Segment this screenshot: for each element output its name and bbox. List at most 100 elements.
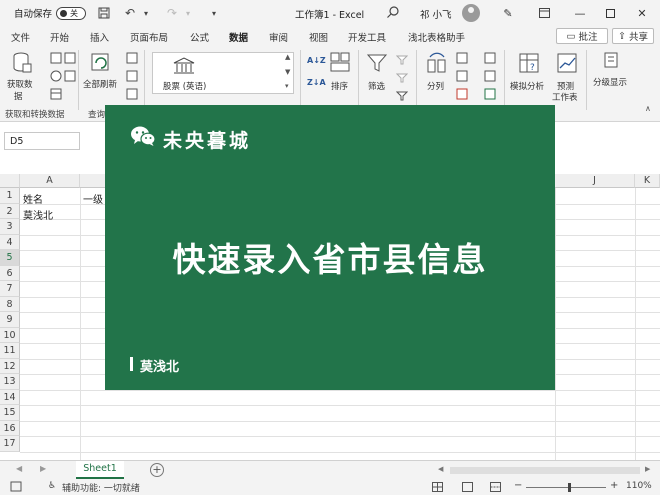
cell-b1[interactable]: 一级	[83, 191, 103, 206]
minimize-icon[interactable]: —	[570, 4, 590, 22]
row-header[interactable]: 15	[0, 405, 20, 421]
share-button[interactable]: ⇪ 共享	[612, 28, 654, 44]
reapply-filter-icon[interactable]	[395, 72, 409, 87]
row-header[interactable]: 10	[0, 327, 20, 343]
column-header-j[interactable]: J	[555, 174, 635, 188]
gallery-down-icon[interactable]: ▼	[285, 68, 290, 76]
brand-name: 未央暮城	[163, 130, 252, 152]
tab-view[interactable]: 视图	[309, 30, 328, 44]
redo-dropdown-icon[interactable]: ▾	[180, 5, 196, 21]
flash-fill-icon[interactable]	[456, 52, 468, 67]
row-header[interactable]: 17	[0, 436, 20, 452]
autosave-control[interactable]: 自动保存 关	[14, 6, 87, 20]
undo-icon[interactable]: ↶	[122, 5, 138, 21]
row-header[interactable]: 12	[0, 358, 20, 374]
zoom-slider[interactable]	[526, 483, 606, 492]
advanced-filter-icon[interactable]	[395, 90, 409, 105]
relationships-icon[interactable]	[484, 70, 496, 85]
sort-ascending-icon[interactable]: A↓Z	[307, 56, 326, 65]
row-header[interactable]: 8	[0, 296, 20, 312]
row-header[interactable]: 9	[0, 312, 20, 328]
row-header[interactable]: 2	[0, 203, 20, 219]
share-icon: ⇪	[618, 30, 626, 42]
ribbon-display-icon[interactable]	[534, 4, 554, 22]
horizontal-scrollbar[interactable]	[450, 467, 640, 474]
normal-view-icon[interactable]	[432, 482, 443, 495]
zoom-level[interactable]: 110%	[626, 481, 652, 491]
search-icon[interactable]	[386, 5, 400, 22]
existing-connections-icon[interactable]	[64, 70, 76, 85]
sort-descending-icon[interactable]: Z↓A	[307, 78, 326, 87]
properties-icon[interactable]	[126, 70, 138, 85]
row-header[interactable]: 16	[0, 420, 20, 436]
from-table-icon[interactable]	[50, 88, 62, 103]
row-header[interactable]: 1	[0, 188, 20, 204]
name-box[interactable]: D5	[4, 132, 80, 150]
close-icon[interactable]: ✕	[632, 4, 652, 22]
row-header[interactable]: 11	[0, 343, 20, 359]
cell-a2[interactable]: 莫浅北	[23, 207, 53, 222]
undo-dropdown-icon[interactable]: ▾	[138, 5, 154, 21]
gallery-up-icon[interactable]: ▲	[285, 53, 290, 61]
avatar[interactable]	[462, 4, 480, 22]
tab-formulas[interactable]: 公式	[190, 30, 209, 44]
zoom-in-icon[interactable]: +	[610, 480, 618, 491]
clear-filter-icon[interactable]	[395, 54, 409, 69]
autosave-state: 关	[70, 8, 79, 18]
accessibility-status[interactable]: 辅助功能: 一切就绪	[62, 481, 140, 494]
row-header[interactable]: 14	[0, 389, 20, 405]
column-header-k[interactable]: K	[635, 174, 660, 188]
tab-developer[interactable]: 开发工具	[348, 30, 386, 44]
accessibility-icon[interactable]: ♿	[48, 481, 56, 491]
scroll-right-icon[interactable]: ▶	[40, 464, 46, 473]
data-model-icon[interactable]	[484, 88, 496, 103]
forecast-sheet-icon	[556, 52, 578, 77]
remove-duplicates-icon[interactable]	[456, 70, 468, 85]
data-types-gallery[interactable]: 股票 (英语)	[152, 52, 294, 94]
text-to-columns-label: 分列	[427, 82, 445, 92]
comment-button[interactable]: ▭ 批注	[556, 28, 608, 44]
row-header[interactable]: 3	[0, 219, 20, 235]
autosave-toggle[interactable]: 关	[56, 6, 87, 20]
page-break-view-icon[interactable]	[490, 482, 501, 495]
maximize-icon[interactable]	[600, 4, 620, 22]
tab-table-assistant[interactable]: 浅北表格助手	[408, 30, 465, 44]
macro-record-icon[interactable]	[10, 481, 22, 495]
queries-connections-icon[interactable]	[126, 52, 138, 67]
tab-home[interactable]: 开始	[50, 30, 69, 44]
row-header[interactable]: 4	[0, 234, 20, 250]
tab-review[interactable]: 审阅	[269, 30, 288, 44]
row-header[interactable]: 6	[0, 265, 20, 281]
scroll-left-icon[interactable]: ◀	[16, 464, 22, 473]
sheet-tab-sheet1[interactable]: Sheet1	[76, 461, 124, 479]
consolidate-icon[interactable]	[484, 52, 496, 67]
recent-sources-icon[interactable]	[64, 52, 76, 67]
tab-file[interactable]: 文件	[11, 30, 30, 44]
page-layout-view-icon[interactable]	[462, 482, 473, 495]
redo-icon[interactable]: ↷	[164, 5, 180, 21]
text-csv-icon[interactable]	[50, 52, 62, 67]
pen-icon[interactable]: ✎	[498, 4, 518, 22]
tab-insert[interactable]: 插入	[90, 30, 109, 44]
save-icon[interactable]	[96, 5, 112, 21]
row-header[interactable]: 5	[0, 250, 20, 266]
zoom-slider-thumb[interactable]	[568, 483, 571, 492]
cell-a1[interactable]: 姓名	[23, 191, 43, 206]
add-sheet-icon[interactable]: +	[150, 463, 164, 477]
edit-links-icon[interactable]	[126, 88, 138, 103]
tab-page-layout[interactable]: 页面布局	[130, 30, 168, 44]
tab-data[interactable]: 数据	[229, 30, 249, 48]
gallery-more-icon[interactable]: ▾	[285, 82, 289, 90]
select-all-corner[interactable]	[0, 174, 20, 188]
h-scrollbar-left-icon[interactable]: ◀	[438, 465, 443, 473]
zoom-out-icon[interactable]: −	[514, 480, 522, 491]
sort-icon	[330, 52, 350, 75]
row-header[interactable]: 7	[0, 281, 20, 297]
h-scrollbar-right-icon[interactable]: ▶	[645, 465, 650, 473]
data-validation-icon[interactable]	[456, 88, 468, 103]
collapse-ribbon-icon[interactable]: ∧	[645, 104, 651, 113]
row-header[interactable]: 13	[0, 374, 20, 390]
from-web-icon[interactable]	[50, 70, 62, 85]
column-header-a[interactable]: A	[20, 174, 80, 188]
customize-toolbar-icon[interactable]: ▾	[206, 5, 222, 21]
